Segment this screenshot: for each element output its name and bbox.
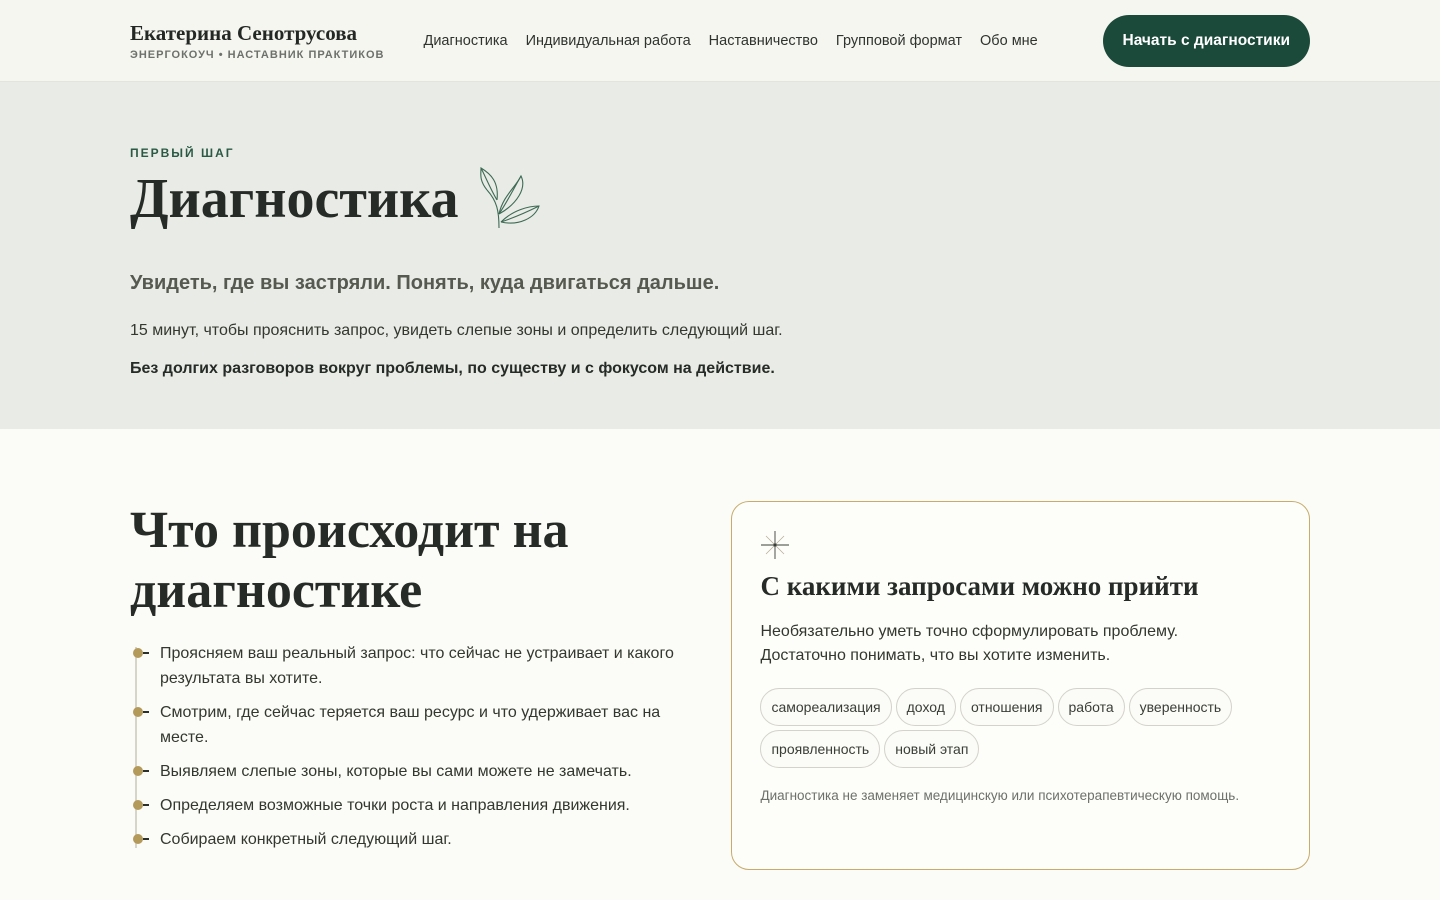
list-item: Собираем конкретный следующий шаг.	[132, 827, 709, 852]
nav-item-mentoring[interactable]: Наставничество	[709, 33, 818, 49]
process-title: Что происходит на диагностике	[130, 502, 569, 619]
process-steps: Проясняем ваш реальный запрос: что сейча…	[130, 641, 709, 852]
requests-description: Необязательно уметь точно сформулировать…	[760, 623, 1179, 664]
tag-self-realization[interactable]: самореализация	[760, 688, 892, 726]
tag-confidence[interactable]: уверенность	[1128, 688, 1233, 726]
list-item: Выявляем слепые зоны, которые вы сами мо…	[132, 759, 709, 784]
tag-work[interactable]: работа	[1057, 688, 1125, 726]
main-nav: Диагностика Индивидуальная работа Настав…	[424, 33, 1038, 49]
hero-title-row: Диагностика	[130, 166, 1310, 232]
page-title: Диагностика	[130, 168, 459, 230]
nav-item-diagnostics[interactable]: Диагностика	[424, 33, 508, 49]
sparkle-icon	[761, 531, 790, 559]
nav-item-individual[interactable]: Индивидуальная работа	[526, 33, 691, 49]
tag-income[interactable]: доход	[895, 688, 956, 726]
list-item: Смотрим, где сейчас теряется ваш ресурс …	[132, 700, 709, 750]
tag-new-stage[interactable]: новый этап	[884, 730, 980, 768]
start-diagnostics-button[interactable]: Начать с диагностики	[1102, 14, 1310, 67]
nav-item-about[interactable]: Обо мне	[980, 33, 1038, 49]
requests-card: С какими запросами можно прийти Необязат…	[731, 501, 1310, 870]
disclaimer-note: Диагностика не заменяет медицинскую или …	[760, 788, 1240, 803]
hero-emphasis: Без долгих разговоров вокруг проблемы, п…	[130, 360, 775, 377]
request-tags: самореализация доход отношения работа ув…	[760, 688, 1270, 768]
brand[interactable]: Екатерина Сенотрусова ЭНЕРГОКОУЧ • НАСТА…	[130, 20, 385, 61]
hero-description: 15 минут, чтобы прояснить запрос, увидет…	[130, 322, 783, 339]
leaf-icon	[479, 167, 540, 229]
hero-eyebrow: ПЕРВЫЙ ШАГ	[130, 146, 235, 160]
brand-subtitle: ЭНЕРГОКОУЧ • НАСТАВНИК ПРАКТИКОВ	[130, 49, 385, 61]
list-item: Определяем возможные точки роста и напра…	[132, 793, 709, 818]
hero-section: ПЕРВЫЙ ШАГ Диагностика Увидеть, где вы з…	[0, 82, 1440, 429]
nav-item-group[interactable]: Групповой формат	[836, 33, 962, 49]
brand-name: Екатерина Сенотрусова	[130, 21, 358, 45]
tag-visibility[interactable]: проявленность	[760, 730, 881, 768]
site-header: Екатерина Сенотрусова ЭНЕРГОКОУЧ • НАСТА…	[0, 0, 1440, 82]
content-section: Что происходит на диагностике Проясняем …	[0, 429, 1440, 870]
process-column: Что происходит на диагностике Проясняем …	[130, 501, 709, 870]
requests-title: С какими запросами можно прийти	[760, 571, 1199, 601]
list-item: Проясняем ваш реальный запрос: что сейча…	[132, 641, 709, 691]
hero-lead: Увидеть, где вы застряли. Понять, куда д…	[130, 272, 720, 294]
tag-relationships[interactable]: отношения	[959, 688, 1054, 726]
